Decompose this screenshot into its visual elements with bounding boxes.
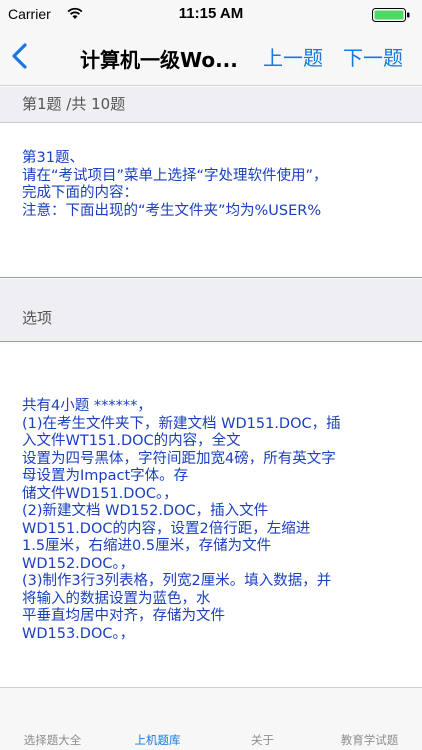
option-line: 将输入的数据设置为蓝色，水 (22, 590, 211, 607)
option-line: 入文件WT151.DOC的内容，全文 (22, 433, 241, 449)
option-line: WD151.DOC的内容，设置2倍行距，左缩进 (22, 520, 311, 537)
question-line: 注意：下面出现的“考生文件夹”均为%USER% (22, 202, 322, 219)
option-line: 储文件WD151.DOC。， (22, 485, 178, 502)
question-line: 完成下面的内容： (22, 185, 138, 201)
question-content: 第31题、 请在“考试项目”菜单上选择“字处理软件使用”， 完成下面的内容： 注… (0, 123, 422, 278)
tab-label: 教育学试题 (340, 733, 399, 747)
question-progress: 第1题 /共 10题 (0, 87, 422, 123)
tab-education-questions[interactable]: 教育学试题 (317, 688, 422, 750)
option-line: 母设置为Impact字体。存 (22, 468, 189, 484)
option-line: WD152.DOC。， (22, 555, 135, 572)
options-content[interactable]: 共有4小题 ******， (1)在考生文件夹下，新建文档 WD151.DOC，… (0, 341, 422, 687)
option-line: 平垂直均居中对齐，存储为文件 (22, 608, 225, 624)
tab-label: 上机题库 (134, 733, 181, 747)
option-line: WD153.DOC。， (22, 625, 135, 642)
previous-question-button[interactable]: 上一题 (263, 42, 323, 71)
option-line: 设置为四号黑体，字符间距加宽4磅，所有英文字 (22, 450, 336, 467)
back-button[interactable] (6, 40, 36, 72)
page-title: 计算机一级Wo... (80, 48, 238, 72)
tab-computer-questions[interactable]: 上机题库 (105, 688, 210, 750)
option-line: 1.5厘米，右缩进0.5厘米，存储为文件 (22, 538, 272, 554)
tab-choice-questions[interactable]: 选择题大全 (0, 688, 105, 750)
section-divider (0, 279, 422, 295)
battery-icon (372, 8, 410, 22)
question-line: 请在“考试项目”菜单上选择“字处理软件使用”， (22, 167, 328, 184)
option-line: (3)制作3行3列表格，列宽2厘米。填入数据，并 (22, 573, 332, 589)
status-bar: Carrier 11:15 AM (0, 0, 422, 28)
options-header: 选项 (0, 295, 422, 341)
next-question-button[interactable]: 下一题 (343, 42, 403, 71)
question-line: 第31题、 (22, 150, 84, 166)
option-line: (1)在考生文件夹下，新建文档 WD151.DOC，插 (22, 415, 341, 432)
tab-label: 关于 (251, 733, 274, 747)
tab-label: 选择题大全 (23, 733, 82, 747)
option-line: 共有4小题 ******， (22, 398, 152, 414)
option-line: (2)新建文档 WD152.DOC，插入文件 (22, 503, 269, 519)
tab-about[interactable]: 关于 (210, 688, 315, 750)
chevron-left-icon (12, 43, 27, 69)
status-time: 11:15 AM (178, 5, 244, 22)
tab-bar: 选择题大全 上机题库 关于 教育学试题 (0, 687, 422, 750)
navigation-bar: 计算机一级Wo... 上一题 下一题 (0, 28, 422, 86)
